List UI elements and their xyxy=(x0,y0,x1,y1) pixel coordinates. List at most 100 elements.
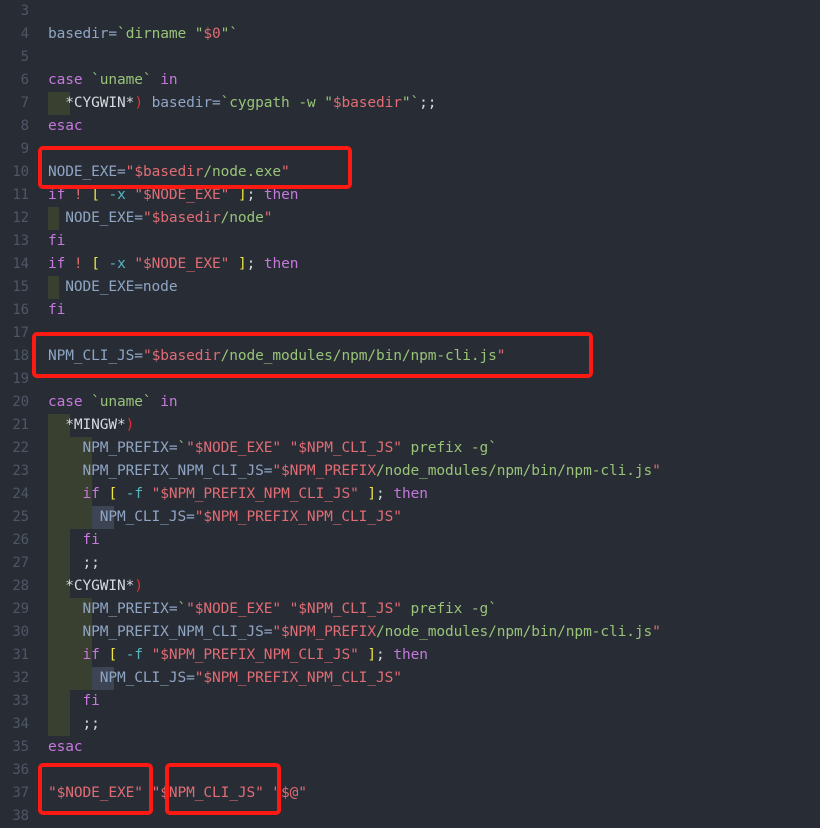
code-line[interactable]: 38 xyxy=(0,805,820,828)
code-line[interactable]: 33 fi xyxy=(0,690,820,713)
code-token: if xyxy=(48,256,66,272)
code-line[interactable]: 6 case `uname` in xyxy=(0,69,820,92)
code-line-content[interactable]: ;; xyxy=(48,713,100,736)
code-editor[interactable]: 3 4 basedir=`dirname "$0"` 5 6 case `uname` i… xyxy=(0,0,820,826)
code-line[interactable]: 18 NPM_CLI_JS="$basedir/node_modules/npm/… xyxy=(0,345,820,368)
code-line-content[interactable]: NPM_CLI_JS="$basedir/node_modules/npm/bi… xyxy=(48,345,506,368)
code-line-content[interactable]: NODE_EXE="$basedir/node.exe" xyxy=(48,161,290,184)
code-line-content[interactable]: fi xyxy=(48,230,65,253)
code-line[interactable]: 28 *CYGWIN*) xyxy=(0,575,820,598)
code-token: /node_modules/npm/bin/npm-cli.js xyxy=(375,463,653,479)
line-number: 26 xyxy=(12,532,29,548)
code-line-content[interactable]: fi xyxy=(48,299,65,322)
code-line[interactable]: 32 NPM_CLI_JS="$NPM_PREFIX_NPM_CLI_JS" xyxy=(0,667,820,690)
code-line-content[interactable]: "$NODE_EXE" "$NPM_CLI_JS" "$@" xyxy=(48,782,307,805)
code-token: -g xyxy=(470,440,489,456)
code-line[interactable]: 7 *CYGWIN*) basedir=`cygpath -w "$basedi… xyxy=(0,92,820,115)
code-line[interactable]: 29 NPM_PREFIX=`"$NODE_EXE" "$NPM_CLI_JS"… xyxy=(0,598,820,621)
code-lines-container[interactable]: 3 4 basedir=`dirname "$0"` 5 6 case `uname` i… xyxy=(0,0,820,826)
code-line[interactable]: 23 NPM_PREFIX_NPM_CLI_JS="$NPM_PREFIX/no… xyxy=(0,460,820,483)
code-line-content[interactable]: NPM_PREFIX_NPM_CLI_JS="$NPM_PREFIX/node_… xyxy=(48,460,661,483)
code-line[interactable]: 21 *MINGW*) xyxy=(0,414,820,437)
code-line[interactable]: 16 fi xyxy=(0,299,820,322)
code-token: "$NODE_EXE" xyxy=(134,256,230,272)
code-line-content[interactable]: fi xyxy=(48,529,100,552)
code-line[interactable]: 31 if [ -f "$NPM_PREFIX_NPM_CLI_JS" ]; t… xyxy=(0,644,820,667)
code-line-content[interactable]: if ! [ -x "$NODE_EXE" ]; then xyxy=(48,253,299,276)
code-token: in xyxy=(160,394,178,410)
code-line-content[interactable]: basedir=`dirname "$0"` xyxy=(48,23,238,46)
code-line-content[interactable]: ;; xyxy=(48,552,100,575)
line-number: 11 xyxy=(12,187,29,203)
code-token: basedir= xyxy=(48,26,118,42)
code-token: "$@" xyxy=(272,785,307,801)
code-line[interactable]: 3 xyxy=(0,0,820,23)
code-line-content[interactable]: esac xyxy=(48,115,83,138)
code-line[interactable]: 4 basedir=`dirname "$0"` xyxy=(0,23,820,46)
code-token: /node_modules/npm/bin/npm-cli.js xyxy=(220,348,497,364)
code-line-content[interactable]: esac xyxy=(48,736,83,759)
code-token: ! xyxy=(73,256,83,272)
line-number: 27 xyxy=(12,555,29,571)
code-line-content[interactable]: NPM_PREFIX_NPM_CLI_JS="$NPM_PREFIX/node_… xyxy=(48,621,661,644)
code-token: then xyxy=(263,256,299,272)
code-line[interactable]: 10 NODE_EXE="$basedir/node.exe" xyxy=(0,161,820,184)
code-line[interactable]: 20 case `uname` in xyxy=(0,391,820,414)
code-line-content[interactable]: *CYGWIN*) xyxy=(48,575,143,598)
code-token: -w xyxy=(298,95,325,111)
code-token: prefix xyxy=(410,440,471,456)
code-line[interactable]: 36 xyxy=(0,759,820,782)
code-line[interactable]: 30 NPM_PREFIX_NPM_CLI_JS="$NPM_PREFIX/no… xyxy=(0,621,820,644)
code-line-content[interactable]: NPM_PREFIX=`"$NODE_EXE" "$NPM_CLI_JS" pr… xyxy=(48,598,497,621)
line-number: 12 xyxy=(12,210,29,226)
code-line[interactable]: 11 if ! [ -x "$NODE_EXE" ]; then xyxy=(0,184,820,207)
code-line[interactable]: 15 NODE_EXE=node xyxy=(0,276,820,299)
code-token: NPM_CLI_JS= xyxy=(48,509,195,525)
line-number: 30 xyxy=(12,624,29,640)
code-line[interactable]: 14 if ! [ -x "$NODE_EXE" ]; then xyxy=(0,253,820,276)
code-token: ` xyxy=(177,601,187,617)
code-line-content[interactable]: *MINGW*) xyxy=(48,414,134,437)
code-line-content[interactable]: case `uname` in xyxy=(48,391,178,414)
code-token: "$NODE_EXE" xyxy=(186,601,282,617)
code-line-content[interactable]: if [ -f "$NPM_PREFIX_NPM_CLI_JS" ]; then xyxy=(48,483,428,506)
code-line-content[interactable]: NPM_CLI_JS="$NPM_PREFIX_NPM_CLI_JS" xyxy=(48,506,402,529)
code-line-content[interactable]: NPM_CLI_JS="$NPM_PREFIX_NPM_CLI_JS" xyxy=(48,667,402,690)
code-token: $basedir xyxy=(151,210,221,226)
code-token: "$NPM_CLI_JS" xyxy=(151,785,264,801)
code-line[interactable]: 19 xyxy=(0,368,820,391)
code-line[interactable]: 27 ;; xyxy=(0,552,820,575)
code-line-content[interactable]: case `uname` in xyxy=(48,69,178,92)
code-line-content[interactable]: if [ -f "$NPM_PREFIX_NPM_CLI_JS" ]; then xyxy=(48,644,428,667)
code-line[interactable]: 13 fi xyxy=(0,230,820,253)
code-line[interactable]: 26 fi xyxy=(0,529,820,552)
code-token: "$NODE_EXE" xyxy=(48,785,143,801)
code-line[interactable]: 9 xyxy=(0,138,820,161)
code-line[interactable]: 8 esac xyxy=(0,115,820,138)
code-line[interactable]: 24 if [ -f "$NPM_PREFIX_NPM_CLI_JS" ]; t… xyxy=(0,483,820,506)
code-line-content[interactable]: NODE_EXE="$basedir/node" xyxy=(48,207,272,230)
code-line[interactable]: 5 xyxy=(0,46,820,69)
code-line-content[interactable]: NODE_EXE=node xyxy=(48,276,177,299)
code-line[interactable]: 34 ;; xyxy=(0,713,820,736)
code-line[interactable]: 25 NPM_CLI_JS="$NPM_PREFIX_NPM_CLI_JS" xyxy=(0,506,820,529)
line-number: 19 xyxy=(12,371,29,387)
code-line-content[interactable]: *CYGWIN*) basedir=`cygpath -w "$basedir"… xyxy=(48,92,436,115)
code-token: " xyxy=(652,624,661,640)
line-number: 15 xyxy=(12,279,29,295)
code-line[interactable]: 22 NPM_PREFIX=`"$NODE_EXE" "$NPM_CLI_JS"… xyxy=(0,437,820,460)
code-line-content[interactable]: if ! [ -x "$NODE_EXE" ]; then xyxy=(48,184,299,207)
code-line[interactable]: 35 esac xyxy=(0,736,820,759)
code-token: ; xyxy=(376,486,385,502)
code-token: basedir= xyxy=(142,95,221,111)
code-line[interactable]: 12 NODE_EXE="$basedir/node" xyxy=(0,207,820,230)
code-line-content[interactable]: NPM_PREFIX=`"$NODE_EXE" "$NPM_CLI_JS" pr… xyxy=(48,437,497,460)
code-line[interactable]: 37 "$NODE_EXE" "$NPM_CLI_JS" "$@" xyxy=(0,782,820,805)
code-line-content[interactable]: fi xyxy=(48,690,100,713)
code-line[interactable]: 17 xyxy=(0,322,820,345)
